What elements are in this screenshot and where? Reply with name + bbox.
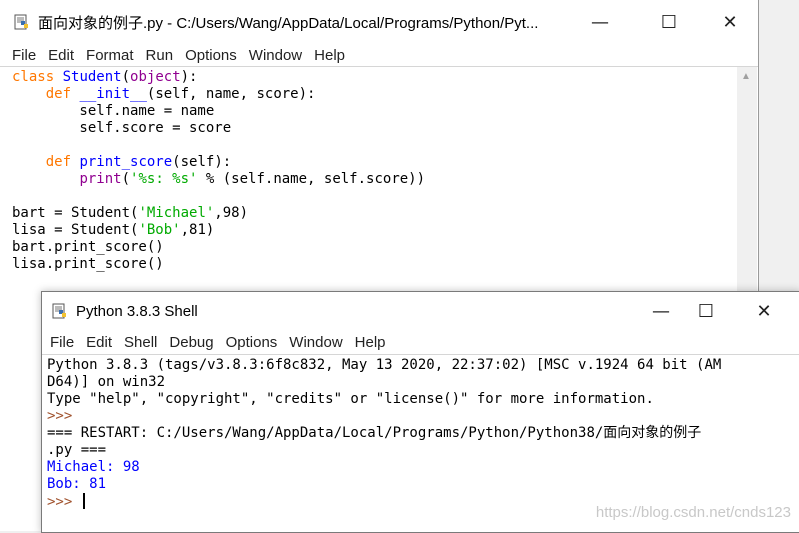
menu-window[interactable]: Window [243,47,308,64]
shell-menubar: File Edit Shell Debug Options Window Hel… [42,330,799,354]
close-icon[interactable]: ✕ [741,292,787,330]
code-line: def print_score(self): [45,154,232,170]
maximize-icon[interactable]: ☐ [646,0,692,44]
window-title: 面向对象的例子.py - C:/Users/Wang/AppData/Local… [38,14,539,32]
menu-shell[interactable]: Shell [118,334,163,351]
code-line: self.score = score [12,120,232,136]
code-line: self.name = name [12,103,215,119]
shell-prompt: >>> [47,408,81,424]
menu-help[interactable]: Help [308,47,351,64]
code-line: lisa = Student('Bob',81) [12,222,215,238]
code-line: class Student(object): [12,69,198,85]
menu-options[interactable]: Options [179,47,243,64]
editor-menubar: File Edit Format Run Options Window Help [0,44,758,66]
menu-format[interactable]: Format [80,47,140,64]
menubar-divider [42,354,799,355]
menu-options[interactable]: Options [220,334,284,351]
code-line: bart = Student('Michael',98) [12,205,249,221]
code-editor[interactable]: class Student(object): def __init__(self… [12,69,425,273]
shell-line: === RESTART: C:/Users/Wang/AppData/Local… [47,425,702,441]
menu-file[interactable]: File [44,334,80,351]
scroll-up-icon[interactable]: ▲ [741,71,751,82]
menu-debug[interactable]: Debug [163,334,219,351]
code-line: print('%s: %s' % (self.name, self.score)… [79,171,426,187]
menubar-divider [0,66,758,67]
watermark: https://blog.csdn.net/cnds123 [595,504,791,521]
shell-line: .py === [47,442,107,458]
python-idle-icon [14,14,30,30]
shell-output[interactable]: Python 3.8.3 (tags/v3.8.3:6f8c832, May 1… [47,357,721,511]
code-line: lisa.print_score() [12,256,164,272]
code-line: bart.print_score() [12,239,164,255]
shell-title: Python 3.8.3 Shell [76,302,198,320]
shell-window: Python 3.8.3 Shell — ☐ ✕ File Edit Shell… [41,291,799,533]
menu-run[interactable]: Run [140,47,180,64]
minimize-icon[interactable]: — [638,292,684,330]
program-output-line: Bob: 81 [47,476,107,492]
python-idle-icon [52,303,68,319]
shell-line: D64)] on win32 [47,374,166,390]
maximize-icon[interactable]: ☐ [683,292,729,330]
text-cursor [82,493,85,509]
menu-file[interactable]: File [6,47,42,64]
menu-help[interactable]: Help [349,334,392,351]
shell-line: Python 3.8.3 (tags/v3.8.3:6f8c832, May 1… [47,357,722,373]
program-output-line: Michael: 98 [47,459,140,475]
menu-window[interactable]: Window [283,334,348,351]
code-line: def __init__(self, name, score): [45,86,316,102]
shell-line: Type "help", "copyright", "credits" or "… [47,391,654,407]
close-icon[interactable]: ✕ [707,0,753,44]
menu-edit[interactable]: Edit [80,334,118,351]
shell-titlebar[interactable]: Python 3.8.3 Shell — ☐ ✕ [42,292,799,330]
minimize-icon[interactable]: — [577,0,623,44]
shell-prompt: >>> [47,494,81,510]
editor-titlebar[interactable]: 面向对象的例子.py - C:/Users/Wang/AppData/Local… [0,0,758,44]
menu-edit[interactable]: Edit [42,47,80,64]
